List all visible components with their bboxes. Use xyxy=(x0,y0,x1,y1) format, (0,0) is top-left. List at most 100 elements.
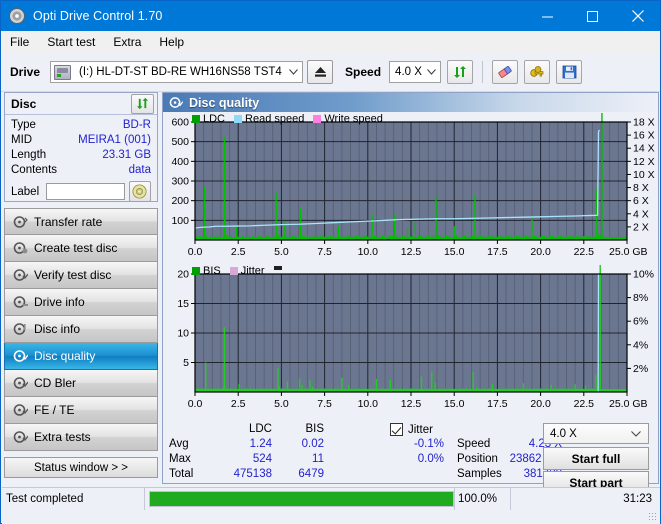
jitter-avg-value: -0.1% xyxy=(413,438,444,450)
svg-text:300: 300 xyxy=(171,176,189,188)
stats-row-total-ldc: 475138 xyxy=(233,468,272,480)
svg-text:22.5: 22.5 xyxy=(574,398,595,410)
bottom-chart-plot[interactable]: 5 10 15 20 2% 4% 6% 8% 10% 0.0 2.5 5.0 7.5 10.0 12.5 15… xyxy=(164,265,658,417)
sidebar-item-extra-tests[interactable]: Extra tests xyxy=(4,424,158,451)
close-icon[interactable] xyxy=(615,1,660,31)
status-text: Test completed xyxy=(6,493,84,505)
stats-row-total-bis: 6479 xyxy=(298,468,324,480)
app-disc-icon xyxy=(9,8,25,24)
drive-select[interactable]: (I:) HL-DT-ST BD-RE WH16NS58 TST4 xyxy=(50,61,304,83)
title-bar: Opti Drive Control 1.70 xyxy=(1,1,660,31)
sidebar-item-verify-test-disc[interactable]: Verify test disc xyxy=(4,262,158,289)
sidebar-item-label: Disc quality xyxy=(34,349,96,363)
jitter-max-value: 0.0% xyxy=(417,453,444,465)
erase-button[interactable] xyxy=(492,60,519,84)
menu-item-extra[interactable]: Extra xyxy=(104,33,150,51)
elapsed-time: 31:23 xyxy=(623,493,652,505)
sidebar-item-label: Drive info xyxy=(34,295,85,309)
legend-label-read-speed: Read speed xyxy=(245,113,305,125)
svg-text:500: 500 xyxy=(171,136,189,148)
test-speed-select-value: 4.0 X xyxy=(550,427,577,440)
speed-stat-label: Speed xyxy=(457,438,491,450)
svg-text:0.0: 0.0 xyxy=(188,246,203,258)
stats-area: LDC BIS Avg 1.24 0.02 Max 524 11 Total 4… xyxy=(164,423,657,494)
svg-text:15: 15 xyxy=(177,298,189,310)
status-window-button[interactable]: Status window > > xyxy=(4,457,158,478)
speed-select[interactable]: 4.0 X xyxy=(389,61,442,83)
eraser-icon xyxy=(498,66,512,78)
panel-header: Disc quality xyxy=(163,93,658,112)
disc-row-mid-key: MID xyxy=(11,134,33,146)
minimize-icon[interactable] xyxy=(525,1,570,31)
disc-icon xyxy=(132,184,147,199)
window-controls xyxy=(525,1,660,31)
svg-text:8 X: 8 X xyxy=(633,182,649,194)
disc-info-box: Disc Type BD-R MID MEIRA1 (001) Length 2… xyxy=(4,92,158,202)
sidebar-item-transfer-rate[interactable]: Transfer rate xyxy=(4,208,158,235)
stats-header-ldc: LDC xyxy=(248,423,272,435)
sidebar-item-disc-quality[interactable]: Disc quality xyxy=(4,343,158,370)
eject-button[interactable] xyxy=(307,60,334,84)
svg-text:600: 600 xyxy=(171,117,189,129)
disc-label-key: Label xyxy=(11,185,40,198)
disc-label-input[interactable] xyxy=(45,183,125,200)
key-button[interactable] xyxy=(524,60,551,84)
menu-bar: File Start test Extra Help xyxy=(1,31,660,54)
svg-text:10: 10 xyxy=(177,328,189,340)
legend-swatch-bis xyxy=(192,267,200,275)
stats-row-avg-ldc: 1.24 xyxy=(249,438,272,450)
test-speed-select[interactable]: 4.0 X xyxy=(543,423,649,444)
stats-row-avg-label: Avg xyxy=(169,438,189,450)
svg-text:10.0: 10.0 xyxy=(358,246,379,258)
svg-text:2.5: 2.5 xyxy=(231,246,246,258)
nav-list: Transfer rate Create test disc Verify te… xyxy=(4,208,158,451)
svg-text:4%: 4% xyxy=(633,339,648,351)
top-chart-plot[interactable]: 100 200 300 400 500 600 2 X4 X6 X8 X10 X12 X14… xyxy=(164,113,658,265)
maximize-icon[interactable] xyxy=(570,1,615,31)
disc-label-button[interactable] xyxy=(128,181,151,202)
menu-item-file[interactable]: File xyxy=(1,33,38,51)
sidebar-item-cd-bler[interactable]: CD Bler xyxy=(4,370,158,397)
svg-text:2 X: 2 X xyxy=(633,221,649,233)
disc-row-type: Type BD-R xyxy=(11,118,151,133)
disc-refresh-button[interactable] xyxy=(131,93,154,114)
sidebar-item-drive-info[interactable]: Drive info xyxy=(4,289,158,316)
top-chart-legend: LDC Read speed Write speed xyxy=(192,113,392,125)
disc-quality-icon xyxy=(11,349,29,363)
sidebar-item-fe-te[interactable]: FE / TE xyxy=(4,397,158,424)
start-full-button[interactable]: Start full xyxy=(543,447,649,470)
refresh-icon xyxy=(136,97,148,110)
sidebar-item-create-test-disc[interactable]: Create test disc xyxy=(4,235,158,262)
disc-row-mid: MID MEIRA1 (001) xyxy=(11,133,151,148)
stats-row-avg-bis: 0.02 xyxy=(301,438,324,450)
svg-text:4 X: 4 X xyxy=(633,208,649,220)
refresh-button[interactable] xyxy=(447,60,474,84)
menu-item-start-test[interactable]: Start test xyxy=(38,33,104,51)
svg-text:22.5: 22.5 xyxy=(574,246,595,258)
svg-text:5.0: 5.0 xyxy=(274,398,289,410)
left-panel: Disc Type BD-R MID MEIRA1 (001) Length 2… xyxy=(2,92,160,484)
sidebar-item-disc-info[interactable]: Disc info xyxy=(4,316,158,343)
stats-row-max-ldc: 524 xyxy=(252,453,272,465)
sidebar-item-label: Verify test disc xyxy=(34,268,112,282)
svg-text:14 X: 14 X xyxy=(633,143,655,155)
save-icon xyxy=(562,65,576,79)
disc-row-type-value: BD-R xyxy=(122,119,151,131)
legend-marker-icon xyxy=(273,266,282,270)
stats-header-bis: BIS xyxy=(305,423,324,435)
svg-text:10 X: 10 X xyxy=(633,169,655,181)
svg-text:10.0: 10.0 xyxy=(358,398,379,410)
toolbar: Drive (I:) HL-DT-ST BD-RE WH16NS58 TST4 … xyxy=(1,53,660,92)
menu-item-help[interactable]: Help xyxy=(150,33,193,51)
save-button[interactable] xyxy=(556,60,583,84)
disc-properties: Type BD-R MID MEIRA1 (001) Length 23.31 … xyxy=(5,115,157,202)
eject-icon xyxy=(314,67,326,77)
speed-select-value: 4.0 X xyxy=(395,66,422,78)
disc-create-icon xyxy=(11,241,29,255)
svg-text:2.5: 2.5 xyxy=(231,398,246,410)
jitter-checkbox[interactable] xyxy=(390,423,403,436)
chevron-down-icon xyxy=(285,62,302,82)
resize-grip[interactable] xyxy=(648,512,658,522)
svg-text:20: 20 xyxy=(177,269,189,281)
app-window: Opti Drive Control 1.70 File Start test … xyxy=(0,0,661,524)
